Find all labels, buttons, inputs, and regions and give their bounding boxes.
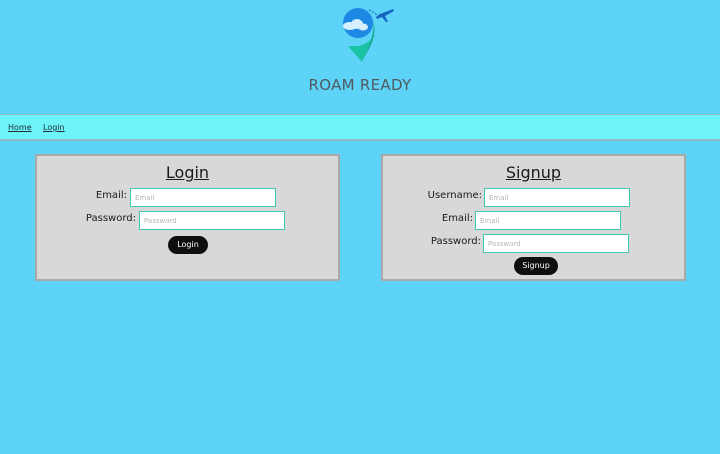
login-panel: Login Email: Password: Login xyxy=(35,154,340,281)
login-password-label: Password: xyxy=(85,213,136,224)
location-pin-airplane-icon xyxy=(343,8,394,62)
login-email-input[interactable] xyxy=(130,188,276,207)
signup-password-input[interactable] xyxy=(483,234,629,253)
signup-username-label: Username: xyxy=(427,190,482,201)
signup-panel: Signup Username: Email: Password: Signup xyxy=(381,154,686,281)
login-title: Login xyxy=(165,163,210,182)
navbar: Home Login xyxy=(0,114,720,141)
login-button[interactable]: Login xyxy=(168,236,208,254)
brand-title: ROAM READY xyxy=(308,76,412,94)
login-email-label: Email: xyxy=(95,190,127,201)
signup-title: Signup xyxy=(505,163,562,182)
signup-username-input[interactable] xyxy=(484,188,630,207)
nav-link-login[interactable]: Login xyxy=(43,123,65,132)
login-password-input[interactable] xyxy=(139,211,285,230)
signup-email-input[interactable] xyxy=(475,211,621,230)
site-header: ROAM READY xyxy=(0,0,720,114)
signup-email-label: Email: xyxy=(441,213,473,224)
signup-button[interactable]: Signup xyxy=(514,257,558,275)
signup-password-label: Password: xyxy=(430,236,481,247)
nav-link-home[interactable]: Home xyxy=(8,123,32,132)
